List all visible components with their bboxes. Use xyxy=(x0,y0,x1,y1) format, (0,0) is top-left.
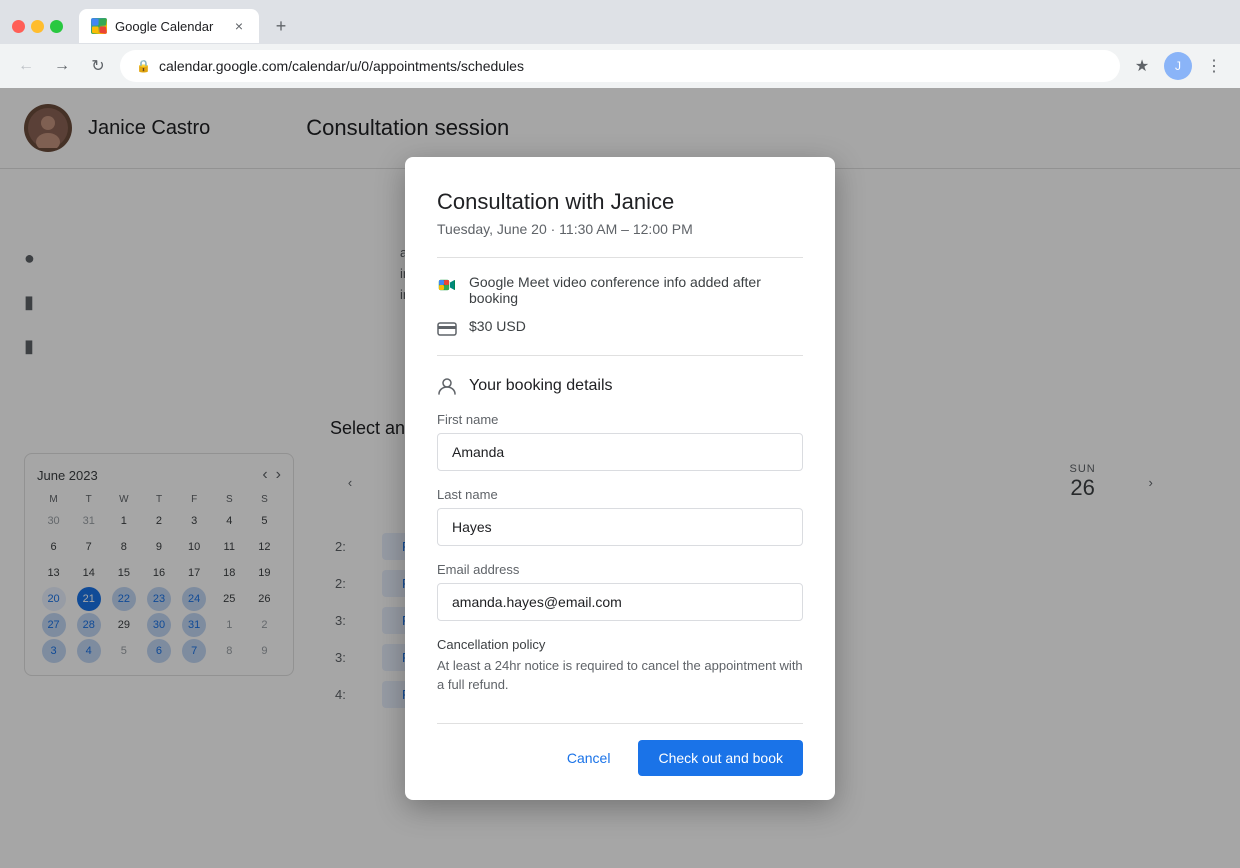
last-name-input[interactable] xyxy=(437,508,803,546)
modal-datetime: Tuesday, June 20 · 11:30 AM – 12:00 PM xyxy=(437,221,803,237)
booking-modal: Consultation with Janice Tuesday, June 2… xyxy=(405,157,835,800)
bookmark-button[interactable]: ★ xyxy=(1128,52,1156,80)
tab-close-button[interactable]: × xyxy=(231,18,247,34)
cancellation-text: At least a 24hr notice is required to ca… xyxy=(437,656,803,695)
traffic-lights xyxy=(12,20,63,33)
google-meet-icon xyxy=(437,275,457,295)
address-bar: ← → ↻ 🔒 calendar.google.com/calendar/u/0… xyxy=(0,44,1240,88)
profile-avatar[interactable]: J xyxy=(1164,52,1192,80)
more-options-button[interactable]: ⋮ xyxy=(1200,52,1228,80)
email-label: Email address xyxy=(437,562,803,577)
meet-info-row: Google Meet video conference info added … xyxy=(437,274,803,306)
tab-title: Google Calendar xyxy=(115,19,223,34)
title-bar: Google Calendar × + xyxy=(0,0,1240,44)
meet-info-text: Google Meet video conference info added … xyxy=(469,274,803,306)
forward-button[interactable]: → xyxy=(48,52,76,80)
booking-details-label: Your booking details xyxy=(469,377,613,395)
price-row: $30 USD xyxy=(437,318,803,339)
refresh-button[interactable]: ↻ xyxy=(84,52,112,80)
email-field: Email address xyxy=(437,562,803,621)
close-traffic-light[interactable] xyxy=(12,20,25,33)
cancel-button[interactable]: Cancel xyxy=(551,742,627,774)
booking-details-header: Your booking details xyxy=(437,376,803,396)
first-name-label: First name xyxy=(437,412,803,427)
credit-card-icon xyxy=(437,319,457,339)
cancellation-label: Cancellation policy xyxy=(437,637,803,652)
tab-favicon xyxy=(91,18,107,34)
last-name-label: Last name xyxy=(437,487,803,502)
modal-divider xyxy=(437,257,803,258)
modal-overlay: Consultation with Janice Tuesday, June 2… xyxy=(0,88,1240,868)
cancellation-policy: Cancellation policy At least a 24hr noti… xyxy=(437,637,803,695)
email-input[interactable] xyxy=(437,583,803,621)
browser-tab[interactable]: Google Calendar × xyxy=(79,9,259,43)
modal-footer: Cancel Check out and book xyxy=(437,723,803,776)
last-name-field: Last name xyxy=(437,487,803,546)
back-button[interactable]: ← xyxy=(12,52,40,80)
url-bar[interactable]: 🔒 calendar.google.com/calendar/u/0/appoi… xyxy=(120,50,1120,82)
lock-icon: 🔒 xyxy=(136,59,151,73)
first-name-field: First name xyxy=(437,412,803,471)
browser-chrome: Google Calendar × + ← → ↻ 🔒 calendar.goo… xyxy=(0,0,1240,88)
url-text: calendar.google.com/calendar/u/0/appoint… xyxy=(159,58,524,74)
modal-divider-2 xyxy=(437,355,803,356)
first-name-input[interactable] xyxy=(437,433,803,471)
price-text: $30 USD xyxy=(469,318,526,334)
new-tab-button[interactable]: + xyxy=(267,12,295,40)
minimize-traffic-light[interactable] xyxy=(31,20,44,33)
maximize-traffic-light[interactable] xyxy=(50,20,63,33)
person-icon xyxy=(437,376,457,396)
book-button[interactable]: Check out and book xyxy=(638,740,803,776)
modal-title: Consultation with Janice xyxy=(437,189,803,215)
